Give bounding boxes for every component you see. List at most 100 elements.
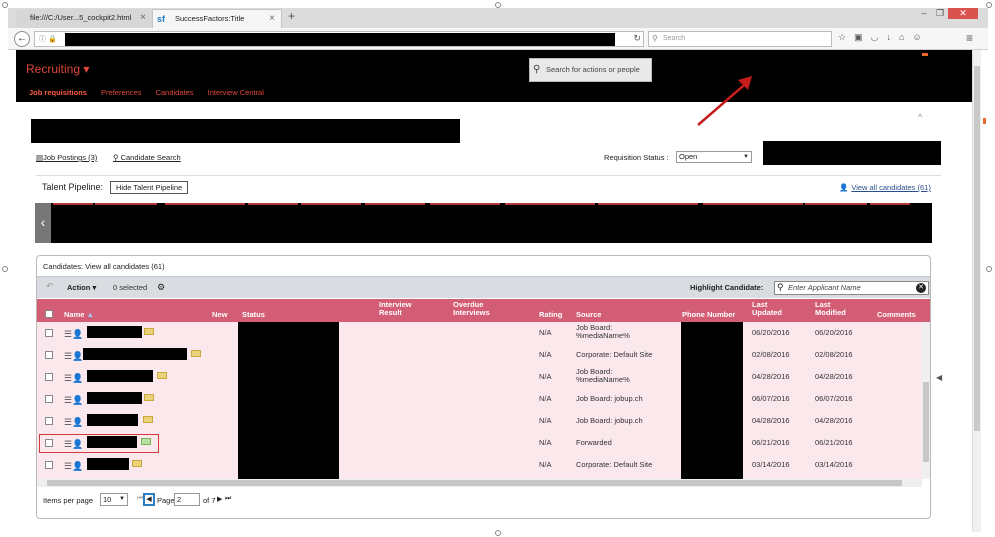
home-icon[interactable]: ⌂	[899, 32, 912, 42]
col-source[interactable]: Source	[576, 311, 601, 319]
candidate-search-link[interactable]: ⚲ Candidate Search	[113, 153, 181, 162]
scrollbar-thumb[interactable]	[923, 382, 929, 462]
nav-job-requisitions[interactable]: Job requisitions	[29, 88, 87, 97]
rating-cell: N/A	[539, 460, 552, 469]
global-search-input[interactable]: ⚲ Search for actions or people	[529, 58, 652, 82]
col-new[interactable]: New	[212, 311, 227, 319]
scrollbar-thumb[interactable]	[47, 480, 902, 486]
row-checkbox[interactable]	[45, 329, 53, 337]
minimize-button[interactable]: –	[916, 8, 932, 18]
action-dropdown[interactable]: Action ▾	[67, 283, 96, 292]
row-menu-icon[interactable]: ☰👤	[64, 395, 83, 406]
col-phone-number[interactable]: Phone Number	[682, 311, 735, 319]
redacted-candidate-name[interactable]	[83, 348, 187, 360]
redacted-candidate-name[interactable]	[87, 414, 138, 426]
row-menu-icon[interactable]: ☰👤	[64, 373, 83, 384]
highlight-candidate-input[interactable]: ⚲ Enter Applicant Name ✕	[774, 281, 929, 295]
chevron-left-icon[interactable]: ‹	[35, 203, 51, 243]
message-icon[interactable]	[191, 350, 201, 357]
smiley-icon[interactable]: ☺	[912, 32, 929, 42]
last-updated-cell: 03/14/2016	[752, 460, 790, 469]
new-tab-button[interactable]: +	[288, 9, 295, 23]
restore-button[interactable]: ❐	[932, 8, 948, 19]
col-name-label: Name	[64, 310, 85, 319]
row-menu-icon[interactable]: ☰👤	[64, 417, 83, 428]
last-updated-cell: 02/08/2016	[752, 350, 790, 359]
source-cell: Corporate: Default Site	[576, 460, 653, 469]
table-vertical-scrollbar[interactable]	[922, 322, 930, 479]
download-icon[interactable]: ↓	[886, 32, 899, 42]
message-icon[interactable]	[144, 394, 154, 401]
table-row[interactable]: ☰👤 N/A Forwarded 06/21/2016 06/21/2016	[37, 432, 922, 454]
table-row[interactable]: ☰👤 N/A Job Board: jobup.ch 04/28/2016 04…	[37, 410, 922, 432]
close-tab-icon[interactable]: ×	[269, 10, 275, 28]
col-last-updated[interactable]: Last Updated	[752, 301, 792, 317]
view-all-candidates-link[interactable]: 👤 View all candidates (61)	[839, 183, 931, 192]
requisition-status-select[interactable]: Open ▼	[676, 151, 752, 163]
items-per-page-select[interactable]: 10 ▼	[100, 493, 128, 506]
reload-icon[interactable]: ↻	[633, 33, 641, 44]
message-icon[interactable]	[157, 372, 167, 379]
browser-search-input[interactable]: ⚲ Search	[648, 31, 832, 47]
col-last-modified[interactable]: Last Modified	[815, 301, 855, 317]
message-icon[interactable]	[144, 328, 154, 335]
nav-candidates[interactable]: Candidates	[156, 88, 194, 97]
table-horizontal-scrollbar[interactable]	[37, 479, 922, 487]
page-number-input[interactable]: 2	[174, 493, 200, 506]
browser-tab-active[interactable]: sf SuccessFactors:Title ×	[152, 9, 282, 28]
table-row[interactable]: ☰👤 N/A Corporate: Default Site 02/08/201…	[37, 344, 922, 366]
col-comments[interactable]: Comments	[877, 311, 916, 319]
menu-icon[interactable]: ≡	[966, 31, 973, 45]
redacted-candidate-name[interactable]	[87, 370, 153, 382]
table-row[interactable]: ☰👤 N/A Corporate: Default Site 03/14/201…	[37, 454, 922, 476]
redacted-candidate-name[interactable]	[87, 458, 129, 470]
last-updated-cell: 04/28/2016	[752, 372, 790, 381]
row-checkbox[interactable]	[45, 373, 53, 381]
col-interview-result[interactable]: Interview Result	[379, 301, 429, 317]
nav-preferences[interactable]: Preferences	[101, 88, 141, 97]
previous-page-button[interactable]: ◀	[143, 493, 155, 506]
table-row[interactable]: ☰👤 N/A Job Board: %mediaName% 04/28/2016…	[37, 366, 922, 388]
row-checkbox[interactable]	[45, 395, 53, 403]
bookmark-star-icon[interactable]: ☆	[838, 32, 854, 42]
col-status[interactable]: Status	[242, 311, 265, 319]
module-switcher[interactable]: Recruiting ▾	[26, 62, 89, 76]
row-menu-icon[interactable]: ☰👤	[64, 461, 83, 472]
message-icon[interactable]	[132, 460, 142, 467]
clear-icon[interactable]: ✕	[916, 283, 926, 293]
scrollbar-thumb[interactable]	[974, 66, 980, 431]
row-checkbox[interactable]	[45, 351, 53, 359]
last-page-icon[interactable]: ⏭	[225, 495, 231, 503]
select-all-checkbox[interactable]	[45, 310, 53, 318]
close-window-button[interactable]: ✕	[948, 8, 978, 19]
collapse-icon[interactable]: ^	[918, 112, 922, 122]
url-bar[interactable]: ⓘ 🔒 ↻	[34, 31, 644, 47]
pocket-icon[interactable]: ◡	[871, 32, 887, 42]
table-row[interactable]: ☰👤 N/A Job Board: jobup.ch 06/07/2016 06…	[37, 388, 922, 410]
undo-icon[interactable]: ↶	[46, 281, 54, 292]
row-menu-icon[interactable]: ☰👤	[64, 329, 83, 340]
message-icon[interactable]	[143, 416, 153, 423]
redacted-candidate-name[interactable]	[87, 326, 142, 338]
browser-tab[interactable]: file:///C:/User...5_cockpit2.html ×	[16, 9, 152, 28]
hide-talent-pipeline-button[interactable]: Hide Talent Pipeline	[110, 181, 189, 194]
row-checkbox[interactable]	[45, 461, 53, 469]
nav-interview-central[interactable]: Interview Central	[208, 88, 264, 97]
expand-side-panel-icon[interactable]: ◀	[936, 373, 942, 382]
row-checkbox[interactable]	[45, 417, 53, 425]
col-overdue-interviews[interactable]: Overdue Interviews	[453, 301, 503, 317]
table-row[interactable]: ☰👤 N/A Job Board: %mediaName% 06/20/2016…	[37, 322, 922, 344]
next-page-icon[interactable]: ▶	[217, 495, 222, 503]
redacted-candidate-name[interactable]	[87, 392, 142, 404]
back-button[interactable]: ←	[14, 31, 30, 47]
close-tab-icon[interactable]: ×	[140, 9, 146, 27]
row-menu-icon[interactable]: ☰👤	[64, 351, 83, 362]
gear-icon[interactable]: ⚙	[157, 282, 165, 293]
reading-list-icon[interactable]: ▣	[854, 32, 871, 42]
col-name[interactable]: Name ▲	[64, 311, 94, 319]
source-cell: Job Board: %mediaName%	[576, 367, 630, 384]
col-rating[interactable]: Rating	[539, 311, 562, 319]
job-postings-link[interactable]: ▤Job Postings (3)	[36, 153, 97, 162]
site-info-icon[interactable]: ⓘ 🔒	[39, 34, 57, 44]
page-scrollbar[interactable]	[972, 50, 981, 532]
